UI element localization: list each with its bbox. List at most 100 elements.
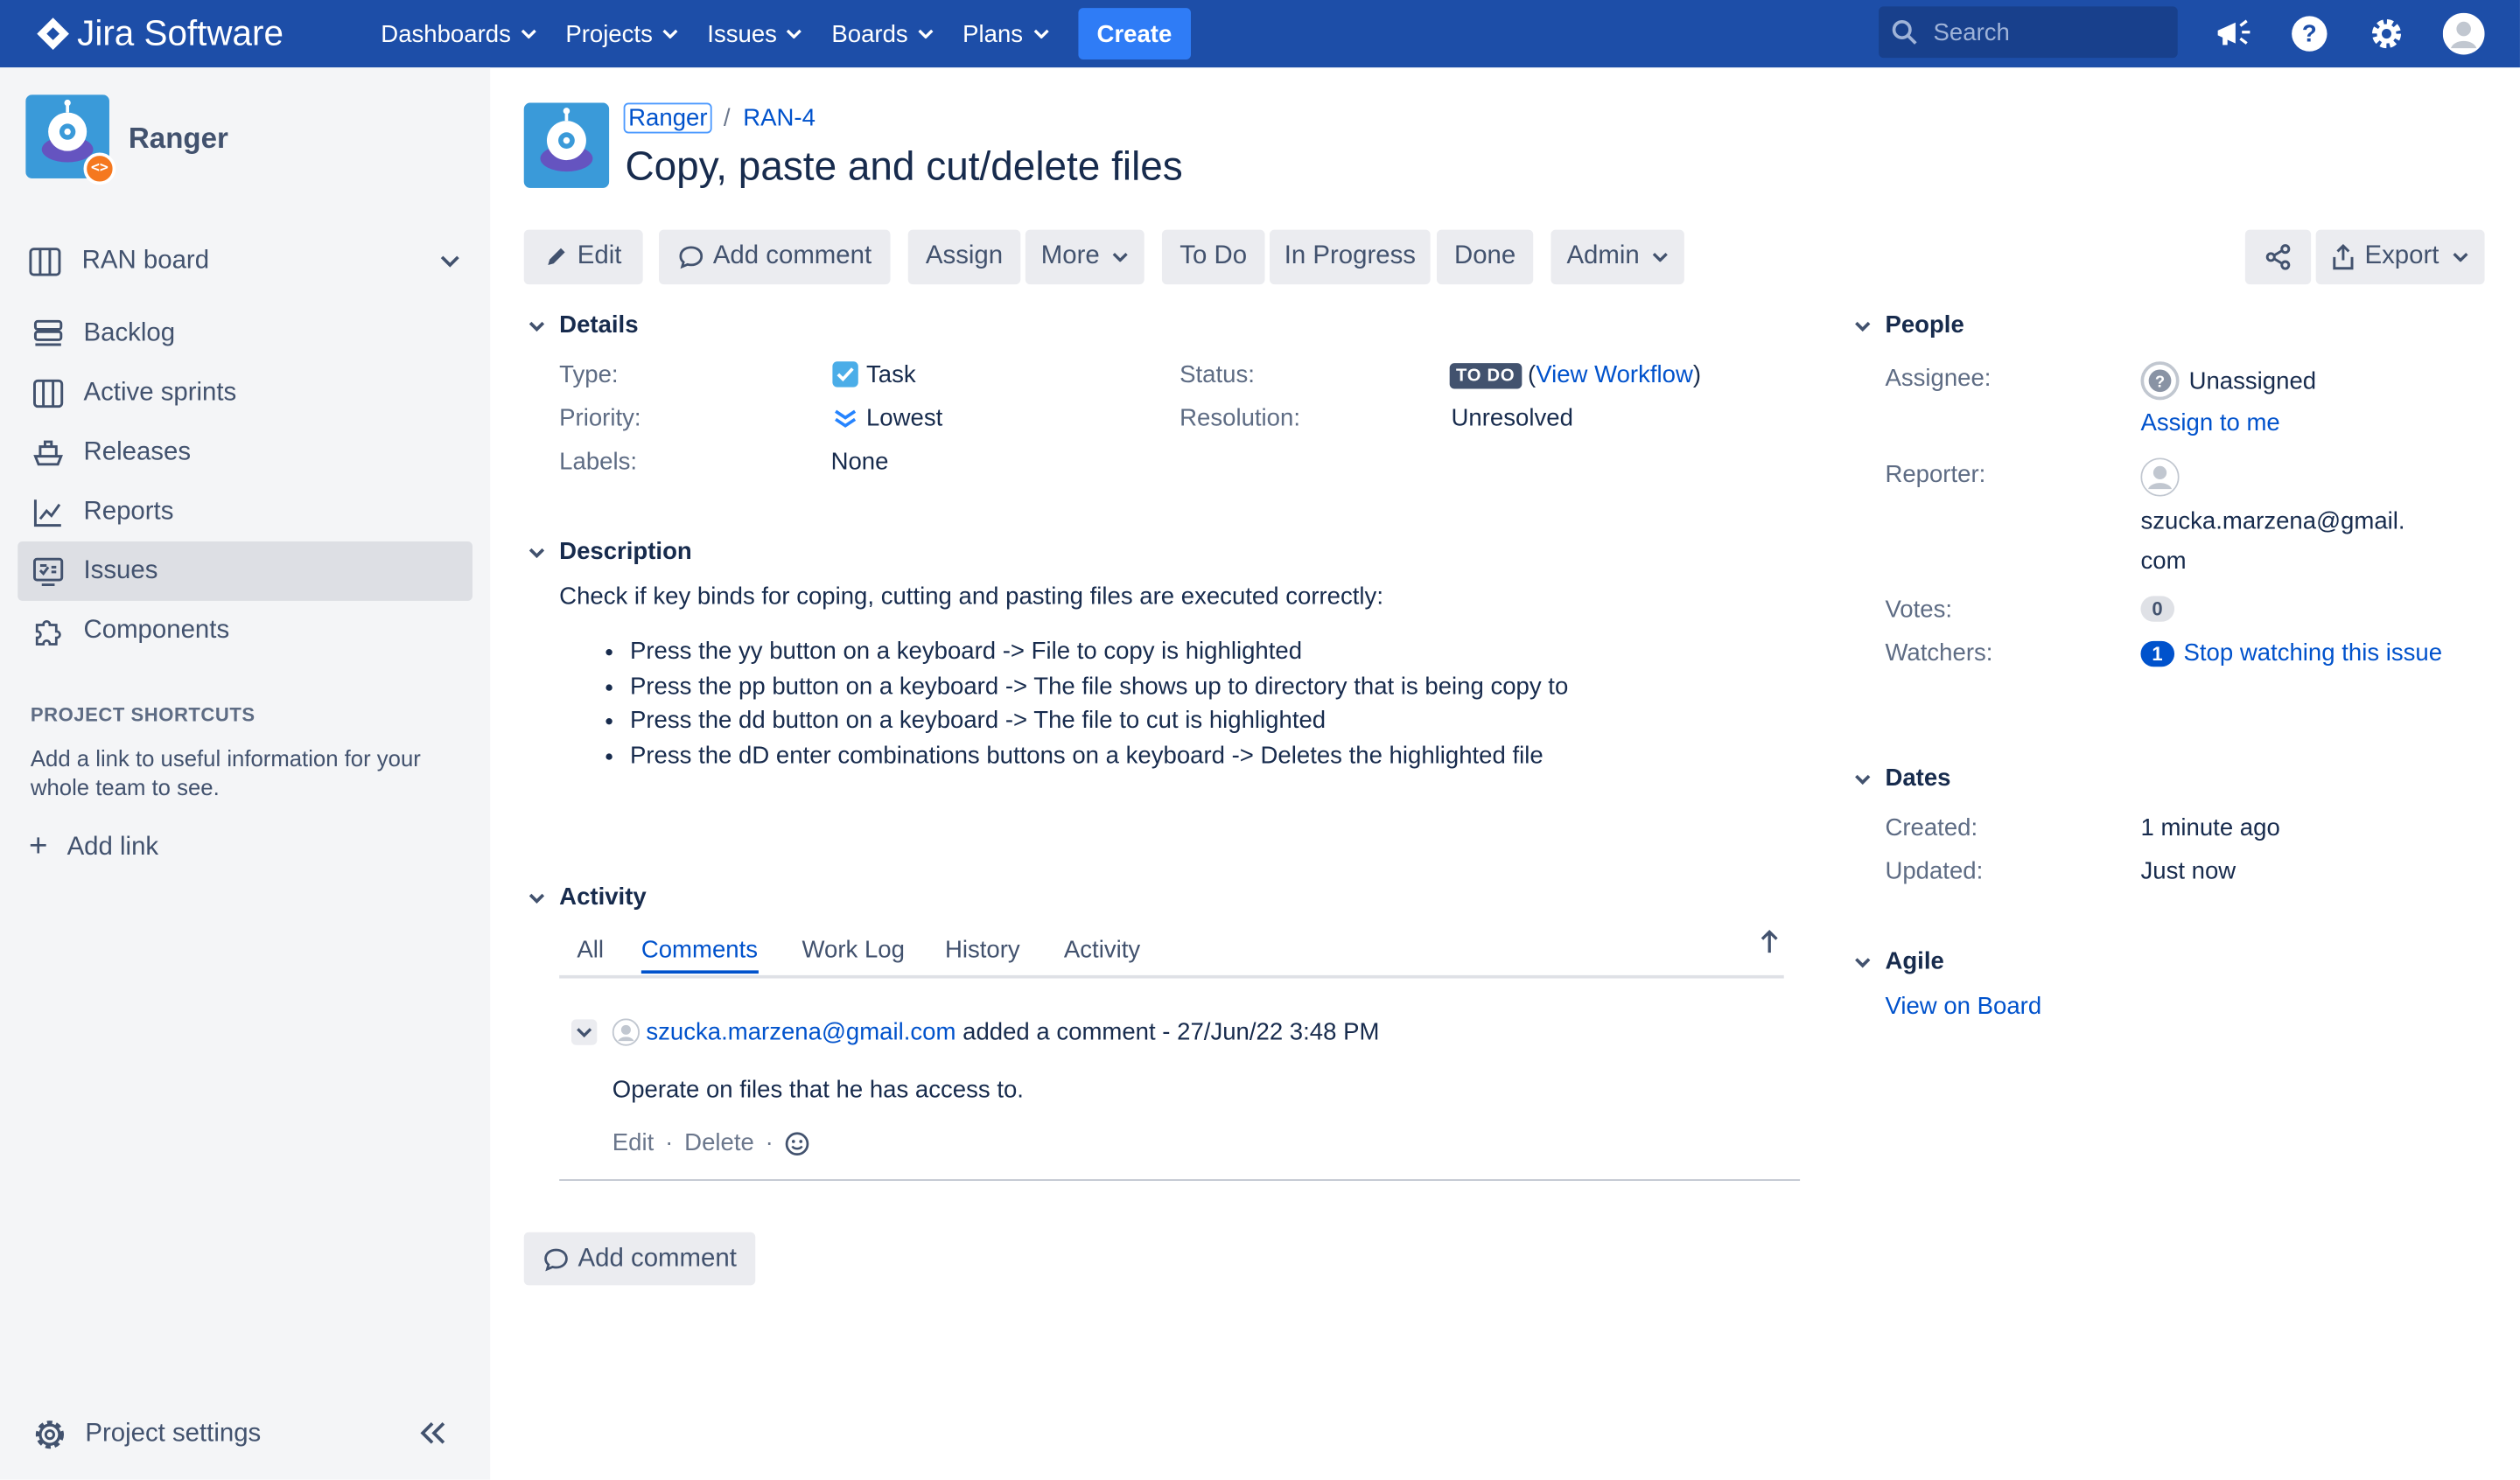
- tab-comments[interactable]: Comments: [640, 937, 759, 974]
- collapse-sidebar-icon[interactable]: [418, 1421, 451, 1455]
- agile-section-toggle[interactable]: Agile: [1853, 948, 1944, 975]
- nav-issues[interactable]: Issues: [707, 20, 802, 47]
- dates-heading: Dates: [1885, 764, 1951, 792]
- breadcrumb-issue-key-link[interactable]: RAN-4: [743, 104, 816, 131]
- add-comment-label: Add comment: [578, 1244, 737, 1272]
- collapse-comment-icon[interactable]: [570, 1018, 598, 1045]
- sidebar-item-releases[interactable]: Releases: [18, 422, 472, 482]
- assign-to-me-link[interactable]: Assign to me: [2140, 409, 2279, 436]
- top-navigation: Jira Software Dashboards Projects Issues…: [0, 0, 2520, 68]
- updated-label: Updated:: [1885, 857, 1984, 886]
- to-do-button[interactable]: To Do: [1161, 229, 1265, 285]
- board-icon: [29, 248, 61, 276]
- chevron-down-icon: [440, 255, 459, 268]
- tab-all[interactable]: All: [577, 937, 604, 964]
- labels-value[interactable]: None: [831, 448, 889, 475]
- add-reaction-icon[interactable]: [785, 1130, 810, 1155]
- project-name[interactable]: Ranger: [129, 122, 228, 157]
- board-selector[interactable]: RAN board: [29, 241, 463, 283]
- nav-plans[interactable]: Plans: [962, 20, 1048, 47]
- issue-title[interactable]: Copy, paste and cut/delete files: [625, 144, 1182, 191]
- share-button[interactable]: [2244, 229, 2312, 285]
- assignee-text: Unassigned: [2188, 367, 2317, 394]
- description-section-toggle[interactable]: Description: [527, 538, 692, 566]
- status-value: TO DO (View Workflow): [1449, 361, 1701, 388]
- watchers-label: Watchers:: [1885, 639, 1993, 667]
- admin-button[interactable]: Admin: [1550, 229, 1684, 285]
- sidebar-item-label: Components: [83, 616, 230, 644]
- notifications-icon[interactable]: [2209, 11, 2254, 56]
- activity-section-toggle[interactable]: Activity: [527, 883, 647, 911]
- assign-button[interactable]: Assign: [907, 229, 1021, 285]
- sprint-board-icon: [33, 378, 64, 408]
- resolution-label: Resolution:: [1180, 404, 1300, 433]
- add-link-button[interactable]: + Add link: [29, 829, 158, 866]
- nav-boards[interactable]: Boards: [831, 20, 934, 47]
- breadcrumb-project-link[interactable]: Ranger: [623, 102, 713, 134]
- nav-projects[interactable]: Projects: [565, 20, 678, 47]
- view-on-board-link[interactable]: View on Board: [1885, 993, 2041, 1020]
- plus-icon: +: [29, 828, 48, 865]
- add-comment-button[interactable]: Add comment: [659, 229, 891, 285]
- tab-activity[interactable]: Activity: [1064, 937, 1140, 964]
- tab-history[interactable]: History: [945, 937, 1020, 964]
- description-intro[interactable]: Check if key binds for coping, cutting a…: [559, 583, 1383, 611]
- create-button[interactable]: Create: [1077, 8, 1192, 59]
- details-section-toggle[interactable]: Details: [527, 311, 639, 339]
- updated-value: Just now: [2140, 857, 2236, 886]
- search-icon: [1892, 19, 1917, 45]
- help-icon[interactable]: ?: [2287, 11, 2332, 56]
- labels-label: Labels:: [559, 448, 638, 476]
- search-input[interactable]: Search: [1879, 6, 2178, 59]
- watchers-count-badge[interactable]: 1: [2140, 639, 2174, 667]
- done-button[interactable]: Done: [1437, 229, 1534, 285]
- shortcuts-title: PROJECT SHORTCUTS: [30, 703, 256, 727]
- sidebar-item-issues[interactable]: Issues: [18, 541, 472, 601]
- edit-button[interactable]: Edit: [523, 229, 643, 285]
- puzzle-icon: [35, 619, 61, 645]
- export-button[interactable]: Export: [2315, 229, 2485, 285]
- sidebar-item-components[interactable]: Components: [18, 601, 472, 660]
- add-comment-label: Add comment: [712, 242, 872, 270]
- sidebar-item-reports[interactable]: Reports: [18, 482, 472, 541]
- activity-tabs: All Comments Work Log History Activity: [559, 933, 1784, 979]
- share-icon: [2264, 244, 2290, 270]
- comment-divider: [559, 1179, 1801, 1181]
- sort-order-icon[interactable]: [1758, 929, 1781, 963]
- chevron-down-icon: [787, 29, 802, 39]
- code-badge-icon: <>: [83, 152, 116, 185]
- people-section-toggle[interactable]: People: [1853, 311, 1964, 339]
- dates-section-toggle[interactable]: Dates: [1853, 764, 1951, 792]
- priority-value: Lowest: [831, 405, 942, 432]
- tab-work-log[interactable]: Work Log: [802, 937, 905, 964]
- sidebar-item-active-sprints[interactable]: Active sprints: [18, 363, 472, 422]
- project-avatar[interactable]: <>: [25, 94, 116, 185]
- votes-label: Votes:: [1885, 596, 1953, 624]
- in-progress-button[interactable]: In Progress: [1269, 229, 1431, 285]
- comment-delete-link[interactable]: Delete: [684, 1129, 754, 1156]
- svg-text:?: ?: [2155, 373, 2165, 391]
- reporter-name-line2[interactable]: com: [2140, 548, 2186, 575]
- comment-edit-link[interactable]: Edit: [612, 1129, 654, 1156]
- ranger-logo-icon: [523, 102, 610, 188]
- stop-watching-link[interactable]: Stop watching this issue: [2184, 639, 2443, 667]
- add-comment-bottom-button[interactable]: Add comment: [523, 1232, 756, 1286]
- list-item: Press the yy button on a keyboard -> Fil…: [630, 634, 1568, 669]
- status-label: Status:: [1180, 361, 1255, 389]
- resolution-value: Unresolved: [1451, 404, 1573, 433]
- view-workflow-link[interactable]: View Workflow: [1536, 361, 1693, 388]
- export-label: Export: [2364, 242, 2440, 270]
- more-button[interactable]: More: [1025, 229, 1144, 285]
- comment-author-link[interactable]: szucka.marzena@gmail.com: [646, 1018, 956, 1045]
- project-settings-link[interactable]: Project settings: [32, 1417, 261, 1452]
- settings-gear-icon[interactable]: [2364, 11, 2409, 56]
- sidebar-item-backlog[interactable]: Backlog: [18, 304, 472, 363]
- activity-heading: Activity: [559, 883, 647, 911]
- jira-logo[interactable]: Jira Software: [35, 13, 340, 55]
- edit-label: Edit: [577, 242, 622, 270]
- reporter-name-line1[interactable]: szucka.marzena@gmail.: [2140, 507, 2404, 534]
- user-avatar-icon[interactable]: [2441, 11, 2486, 56]
- nav-dashboards[interactable]: Dashboards: [381, 20, 536, 47]
- votes-value[interactable]: 0: [2140, 596, 2174, 622]
- assignee-value[interactable]: ? Unassigned: [2140, 361, 2317, 401]
